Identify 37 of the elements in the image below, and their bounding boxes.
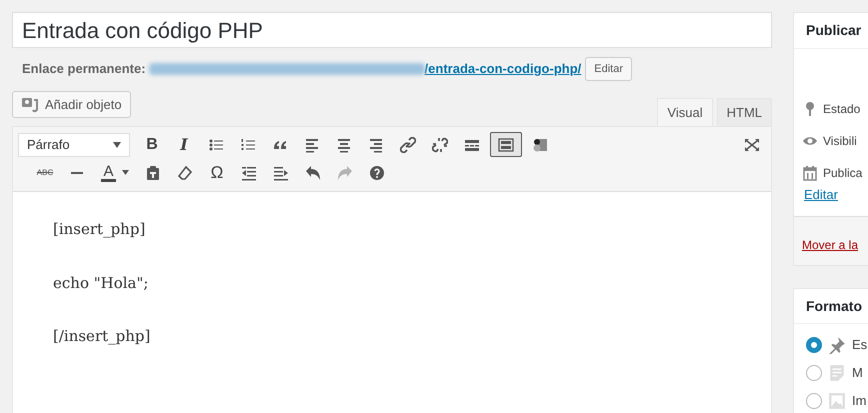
content-paragraph: [/insert_php] bbox=[53, 326, 152, 347]
format-option-label: M bbox=[852, 364, 863, 382]
format-select[interactable]: Párrafo bbox=[18, 132, 130, 156]
caret-icon bbox=[113, 142, 121, 148]
caret-icon bbox=[122, 170, 128, 175]
status-label: Estado bbox=[823, 101, 860, 118]
media-icon bbox=[21, 96, 39, 112]
content-paragraph: [insert_php] bbox=[53, 219, 146, 240]
title-field[interactable]: Entrada con código PHP bbox=[12, 12, 772, 48]
edit-permalink-button[interactable]: Editar bbox=[585, 57, 632, 81]
keyboard-icon[interactable] bbox=[490, 132, 522, 157]
italic-button[interactable]: I bbox=[168, 132, 200, 157]
special-character-button[interactable]: Ω bbox=[201, 160, 233, 185]
text-color-button[interactable]: A bbox=[93, 160, 137, 185]
permalink-link[interactable]: /entrada-con-codigo-php/ bbox=[424, 59, 582, 79]
status-label: Publica bbox=[823, 165, 862, 182]
edit-link[interactable]: Editar bbox=[804, 187, 838, 202]
radio-button[interactable] bbox=[806, 365, 822, 381]
add-media-button[interactable]: Añadir objeto bbox=[12, 91, 131, 118]
bold-button[interactable]: B bbox=[136, 132, 168, 157]
content-paragraph: echo "Hola"; bbox=[53, 272, 150, 294]
radio-button[interactable] bbox=[806, 337, 822, 353]
note-icon bbox=[828, 364, 846, 382]
format-option-label: Es bbox=[852, 336, 868, 354]
radio-button[interactable] bbox=[806, 393, 822, 409]
format-option-label: Im bbox=[852, 392, 866, 410]
calendar-icon bbox=[802, 165, 818, 181]
panel-title: Publicar bbox=[806, 21, 862, 40]
panel-title: Formato bbox=[806, 296, 862, 316]
pin-icon bbox=[828, 336, 846, 354]
fullscreen-icon[interactable] bbox=[744, 138, 760, 152]
image-icon bbox=[828, 392, 846, 410]
status-label: Visibili bbox=[823, 133, 857, 150]
editor-tab[interactable]: Visual bbox=[657, 98, 713, 127]
permalink-label: Enlace permanente: bbox=[22, 60, 146, 78]
editor-tab[interactable]: HTML bbox=[716, 98, 772, 126]
strikethrough-button[interactable]: ABC bbox=[29, 160, 61, 185]
